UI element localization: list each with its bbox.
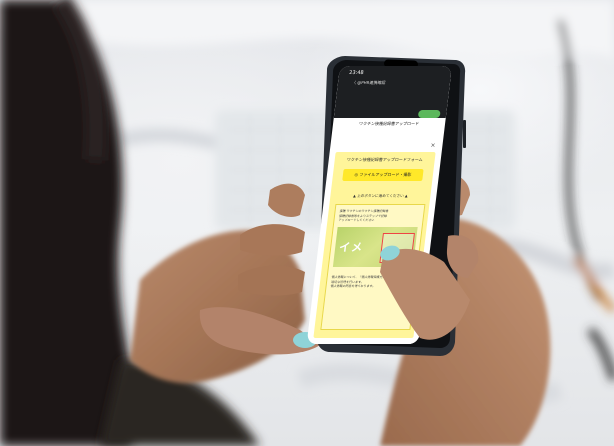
- thumb-nail: [293, 332, 317, 348]
- side-button: [463, 120, 466, 148]
- photo-scene: 23:48 〈 @PHR連携確認 ワクチン接種記録書アップロード × ワクチン接…: [0, 0, 614, 446]
- background-illustration: [0, 0, 614, 446]
- person-hair: [0, 0, 136, 446]
- phone-body: [316, 56, 466, 356]
- phone-notch: [384, 59, 418, 69]
